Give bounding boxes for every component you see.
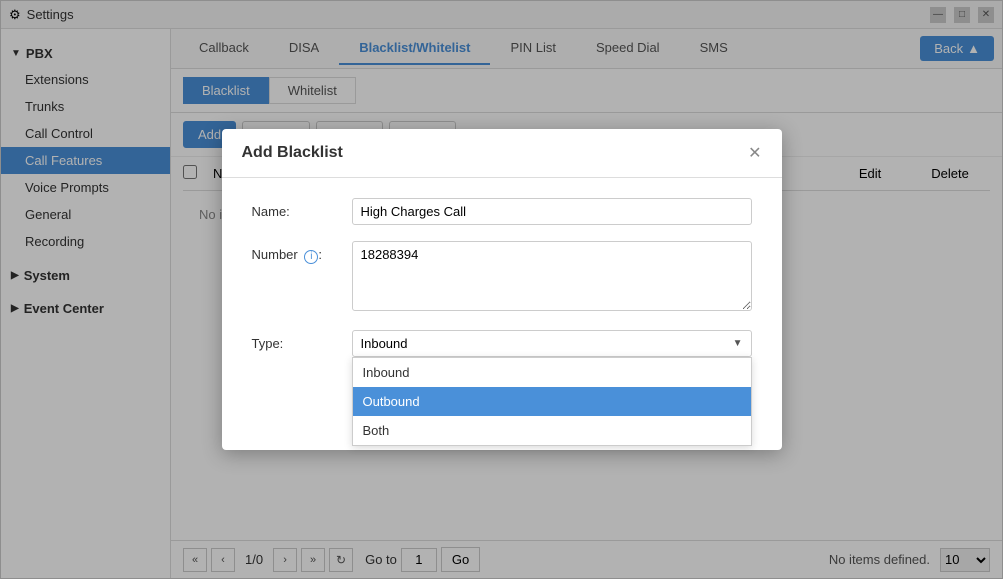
modal-header: Add Blacklist ✕ [222, 129, 782, 178]
modal-title: Add Blacklist [242, 144, 343, 162]
option-both[interactable]: Both [353, 416, 751, 445]
name-label: Name: [252, 198, 352, 219]
add-blacklist-modal: Add Blacklist ✕ Name: Number i: 18288394 [222, 129, 782, 450]
type-dropdown[interactable]: Inbound ▼ [352, 330, 752, 357]
type-label: Type: [252, 330, 352, 351]
type-selected-value: Inbound [361, 336, 408, 351]
name-input[interactable] [352, 198, 752, 225]
type-dropdown-wrapper: Inbound ▼ Inbound Outbound Both [352, 330, 752, 357]
type-row: Type: Inbound ▼ Inbound Outbound [252, 330, 752, 357]
modal-close-button[interactable]: ✕ [748, 143, 761, 163]
number-info-icon[interactable]: i [304, 250, 318, 264]
name-row: Name: [252, 198, 752, 225]
dropdown-arrow-icon: ▼ [733, 338, 743, 349]
type-field-wrapper: Inbound ▼ Inbound Outbound Both [352, 330, 752, 357]
modal-body: Name: Number i: 18288394 Type: [222, 178, 782, 393]
option-inbound[interactable]: Inbound [353, 358, 751, 387]
number-field-wrapper: 18288394 [352, 241, 752, 314]
number-row: Number i: 18288394 [252, 241, 752, 314]
number-input[interactable]: 18288394 [352, 241, 752, 311]
option-outbound[interactable]: Outbound [353, 387, 751, 416]
modal-overlay: Add Blacklist ✕ Name: Number i: 18288394 [0, 0, 1003, 579]
type-dropdown-list: Inbound Outbound Both [352, 357, 752, 446]
name-field-wrapper [352, 198, 752, 225]
number-label: Number i: [252, 241, 352, 264]
